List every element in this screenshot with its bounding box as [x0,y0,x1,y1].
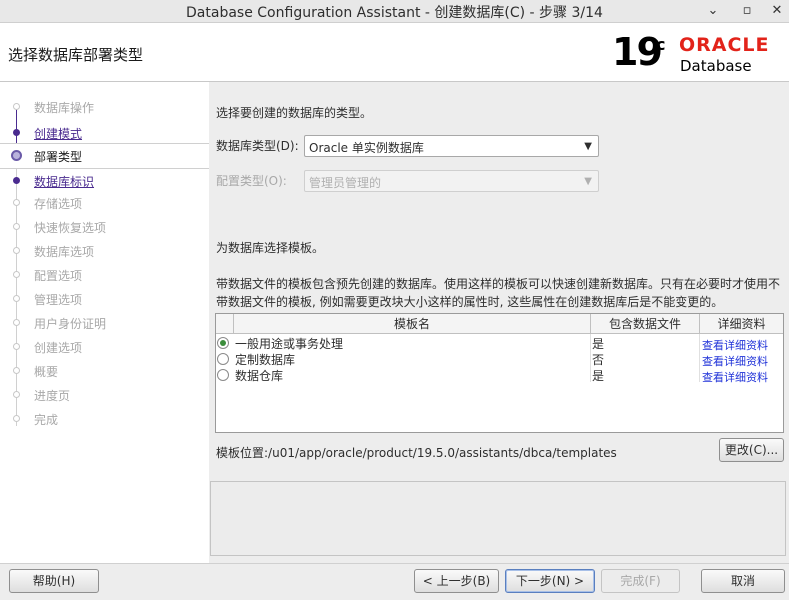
step-dot-icon [13,247,20,254]
maximize-button[interactable]: ▫ [738,2,756,20]
step-label: 用户身份证明 [34,317,107,331]
step-label: 创建模式 [34,127,83,141]
header-banner: 选择数据库部署类型 19 c ORACLE Database [0,23,789,82]
radio-selected-icon[interactable] [217,337,229,349]
help-button[interactable]: 帮助(H) [9,569,99,593]
step-label: 数据库标识 [34,175,95,189]
radio-icon[interactable] [217,353,229,365]
view-details-link[interactable]: 查看详细资料 [702,369,768,385]
sidebar-step-credentials: 用户身份证明 [0,311,209,335]
sidebar-step-create-options: 创建选项 [0,335,209,359]
oracle-logo-suffix: c [656,35,666,54]
table-row[interactable]: 数据仓库 是 查看详细资料 [216,367,783,385]
step-current-icon [11,150,22,161]
table-row[interactable]: 一般用途或事务处理 是 查看详细资料 [216,335,783,352]
intro-text: 选择要创建的数据库的类型。 [216,106,373,120]
sidebar-step-create-mode[interactable]: 创建模式 [0,121,209,145]
finish-button: 完成(F) [601,569,680,593]
step-dot-icon [13,177,20,184]
page-title: 选择数据库部署类型 [8,46,144,64]
sidebar-step-finish: 完成 [0,407,209,431]
table-header-details: 详细资料 [700,314,783,334]
db-type-select[interactable]: Oracle 单实例数据库 ▼ [304,135,599,157]
dropdown-arrow-icon: ▼ [584,176,592,187]
step-label: 创建选项 [34,341,83,355]
template-desc-line2: 带数据文件的模板, 例如需要更改块大小这样的属性时, 这些属性在创建数据库后是不… [216,295,724,309]
template-name: 一般用途或事务处理 [235,337,344,351]
sidebar-step-db-identity[interactable]: 数据库标识 [0,169,209,193]
template-datafiles: 是 [592,369,605,383]
description-panel [210,481,786,556]
step-dot-icon [13,319,20,326]
step-label: 管理选项 [34,293,83,307]
radio-icon[interactable] [217,369,229,381]
step-dot-icon [13,343,20,350]
db-type-label: 数据库类型(D): [216,139,299,153]
template-desc-line1: 带数据文件的模板包含预先创建的数据库。使用这样的模板可以快速创建新数据库。只有在… [216,277,781,291]
minimize-button[interactable]: ⌄ [704,2,722,20]
template-name: 定制数据库 [235,353,296,367]
step-dot-icon [13,129,20,136]
step-label: 完成 [34,413,59,427]
back-button[interactable]: < 上一步(B) [414,569,499,593]
dropdown-arrow-icon: ▼ [584,141,592,152]
step-label: 部署类型 [34,150,83,164]
step-dot-icon [13,391,20,398]
sidebar-step-storage: 存储选项 [0,191,209,215]
step-dot-icon [13,199,20,206]
oracle-logo-brand: ORACLE [679,34,770,56]
config-type-select: 管理员管理的 ▼ [304,170,599,192]
template-name: 数据仓库 [235,369,284,383]
step-dot-icon [13,103,20,110]
step-dot-icon [13,223,20,230]
step-label: 存储选项 [34,197,83,211]
step-label: 概要 [34,365,59,379]
sidebar-step-config-options: 配置选项 [0,263,209,287]
change-location-button[interactable]: 更改(C)... [719,438,784,462]
next-button[interactable]: 下一步(N) > [505,569,595,593]
close-button[interactable]: ✕ [768,2,786,20]
table-header-name: 模板名 [234,314,591,334]
step-label: 配置选项 [34,269,83,283]
oracle-logo-version: 19 [612,30,663,74]
db-type-value: Oracle 单实例数据库 [309,141,424,155]
step-label: 数据库选项 [34,245,95,259]
oracle-logo-product: Database [680,57,752,75]
step-dot-icon [13,367,20,374]
sidebar-step-deploy-type: 部署类型 [0,143,209,169]
template-datafiles: 是 [592,337,605,351]
table-header-datafiles: 包含数据文件 [591,314,700,334]
sidebar-step-fast-recovery: 快速恢复选项 [0,215,209,239]
table-header-select [216,314,234,334]
step-label: 数据库操作 [34,101,95,115]
template-table: 模板名 包含数据文件 详细资料 一般用途或事务处理 是 查看详细资料 定制数据库… [215,313,784,433]
sidebar-step-management: 管理选项 [0,287,209,311]
template-prompt: 为数据库选择模板。 [216,241,325,255]
table-row[interactable]: 定制数据库 否 查看详细资料 [216,351,783,368]
config-type-label: 配置类型(O): [216,174,287,188]
step-label: 进度页 [34,389,71,403]
config-type-value: 管理员管理的 [309,176,382,190]
sidebar-step-db-operation: 数据库操作 [0,95,209,119]
step-label: 快速恢复选项 [34,221,107,235]
cancel-button[interactable]: 取消 [701,569,785,593]
step-dot-icon [13,295,20,302]
step-dot-icon [13,271,20,278]
template-location: 模板位置:/u01/app/oracle/product/19.5.0/assi… [216,446,617,460]
sidebar-step-summary: 概要 [0,359,209,383]
window-title: Database Configuration Assistant - 创建数据库… [186,5,603,21]
template-datafiles: 否 [592,353,605,367]
sidebar-step-progress: 进度页 [0,383,209,407]
step-dot-icon [13,415,20,422]
title-bar: Database Configuration Assistant - 创建数据库… [0,0,789,23]
sidebar-step-db-options: 数据库选项 [0,239,209,263]
